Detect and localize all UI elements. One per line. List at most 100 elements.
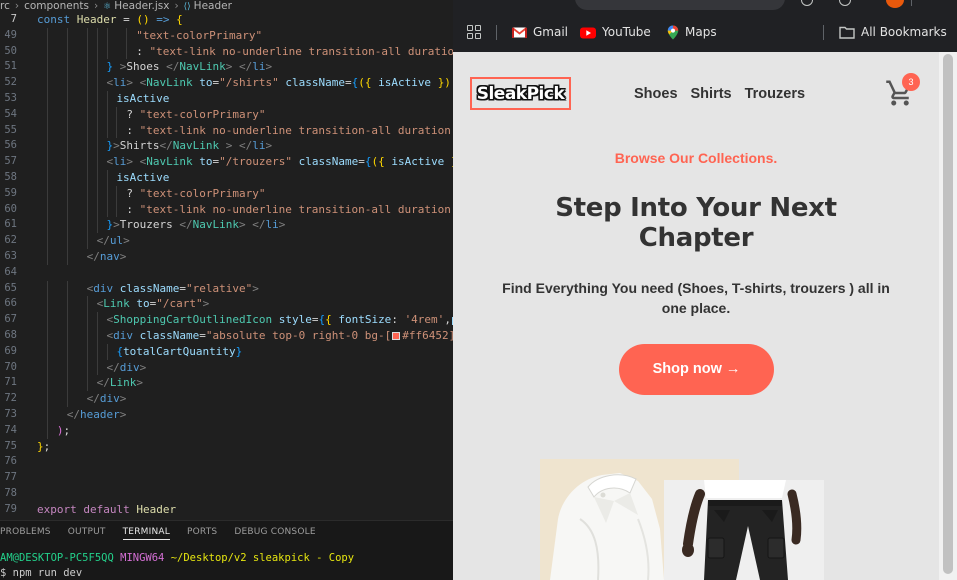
page-scrollbar[interactable] [939,52,957,580]
code-line[interactable]: 72 </div> [0,391,453,407]
bookmark-label: Maps [685,25,717,39]
line-number: 66 [4,297,17,310]
breadcrumb-file[interactable]: Header.jsx [114,0,169,12]
code-text: : "text-link no-underline transition-all… [136,44,453,60]
code-token: () [136,13,150,26]
code-token: ul [109,234,124,248]
bookmark-youtube[interactable]: YouTube [580,24,651,40]
terminal-env: MINGW64 [120,552,165,564]
line-number: 76 [4,455,17,468]
code-token: { [176,13,183,26]
tab-ports[interactable]: PORTS [187,527,217,537]
browser-window: Gmail YouTube Maps All Bookmarks SleakPi… [453,0,957,580]
code-token: > [139,360,147,374]
code-token: Header [136,502,177,516]
code-line[interactable]: 75}; [0,439,453,455]
nav-link-trouzers[interactable]: Trouzers [745,84,805,104]
code-text: </div> [87,391,127,407]
address-bar[interactable] [575,0,785,10]
breadcrumb-segment[interactable]: rc [0,0,10,12]
bookmark-gmail[interactable]: Gmail [512,24,568,40]
code-line[interactable]: 54? "text-colorPrimary" [0,106,453,123]
code-line[interactable]: 57 <li> <NavLink to="/trouzers" className… [0,154,453,170]
code-line[interactable]: 53 isActive [0,90,453,107]
site-logo[interactable]: SleakPick [470,77,571,110]
code-token: : [391,313,405,327]
code-token: </ [86,392,100,406]
code-token: > [265,139,273,153]
scrollbar-thumb[interactable] [943,54,953,574]
code-line[interactable]: 51} >Shoes </NavLink> </li> [0,59,453,76]
code-line[interactable]: 55: "text-link no-underline transition-a… [0,122,453,139]
code-line[interactable]: 71 </Link> [0,375,453,392]
code-line[interactable]: 65 <div className="relative"> [0,280,453,297]
terminal-path: ~/Desktop/v2 sleakpick - Copy [170,552,355,564]
code-line[interactable]: 68 <div className="absolute top-0 right-0… [0,327,453,344]
indent-guide [66,122,68,139]
code-token: ? [126,186,140,200]
code-line[interactable]: 58 isActive [0,169,453,186]
code-token: Link [109,376,137,390]
indent-guide [86,359,88,376]
code-text: }>Trouzers </NavLink> </li> [107,217,286,233]
code-line[interactable]: 73 </header> [0,406,453,423]
code-line[interactable]: 64 [0,265,453,281]
code-token: isActive [378,76,432,90]
tab-debug-console[interactable]: DEBUG CONSOLE [234,527,315,537]
code-line[interactable]: 62 </ul> [0,233,453,249]
section-eyebrow: Browse Our Collections. [614,150,778,166]
all-bookmarks-button[interactable]: All Bookmarks [839,24,947,40]
code-token: ; [43,439,51,453]
code-line[interactable]: 60: "text-link no-underline transition-a… [0,201,453,218]
tab-output[interactable]: OUTPUT [68,527,106,537]
indent-guide [86,185,88,202]
breadcrumb-symbol[interactable]: Header [194,0,232,12]
code-token: isActive [116,91,170,105]
code-line[interactable]: 76 [0,454,453,470]
code-line[interactable]: 79 export default Header [0,502,453,518]
code-line[interactable]: 74); [0,422,453,439]
code-line[interactable]: 52 <li> <NavLink to="/shirts" className={… [0,75,453,91]
hero-headline: Step Into Your Next Chapter [555,193,837,253]
code-line[interactable]: 77 [0,470,453,486]
code-line[interactable]: 56}>Shirts</NavLink > </li> [0,138,453,155]
bookmark-maps[interactable]: Maps [667,24,717,40]
indent-guide [106,90,108,107]
code-line[interactable]: 50: "text-link no-underline transition-a… [0,43,453,60]
indent-guide [106,106,108,123]
code-token: "text-link no-underline transition-all d… [149,44,453,58]
browser-toolbar [453,0,957,12]
nav-link-shirts[interactable]: Shirts [691,84,732,104]
download-icon[interactable] [839,0,851,6]
code-line[interactable]: 49 "text-colorPrimary" [0,27,453,44]
code-line[interactable]: 7 const Header = () => { [0,12,453,28]
code-line[interactable]: 63 </nav> [0,248,453,265]
code-token: </ [86,249,100,263]
code-line[interactable]: 69 {totalCartQuantity} [0,343,453,360]
extension-icon[interactable] [801,0,813,6]
breadcrumb-segment[interactable]: components [24,0,89,12]
code-line[interactable]: 78 [0,486,453,502]
nav-link-shoes[interactable]: Shoes [634,84,678,104]
profile-avatar[interactable] [886,0,904,8]
code-token: </ [106,360,120,374]
tab-terminal[interactable]: TERMINAL [122,527,170,540]
code-token: : [126,123,140,137]
line-number: 74 [4,423,17,436]
terminal-command[interactable]: $ npm run dev [0,566,82,580]
code-line[interactable]: 67 <ShoppingCartOutlinedIcon style={{ fon… [0,312,453,328]
code-line[interactable]: 59? "text-colorPrimary" [0,185,453,202]
shop-now-button[interactable]: Shop now → [619,344,774,395]
code-line[interactable]: 66 <Link to="/cart"> [0,296,453,313]
code-area[interactable]: 7 const Header = () => {49 "text-colorPrim… [0,12,453,518]
apps-grid-icon[interactable] [467,25,481,39]
code-token: "absolute top-0 right-0 bg-[ [205,328,392,342]
code-line[interactable]: 70 </div> [0,359,453,376]
code-line[interactable]: 61}>Trouzers </NavLink> </li> [0,217,453,234]
tab-problems[interactable]: PROBLEMS [0,527,51,537]
indent-guide [66,138,68,155]
code-editor[interactable]: rc › components › ⚛ Header.jsx › ⟨⟩ Header 7 cons… [0,0,453,520]
